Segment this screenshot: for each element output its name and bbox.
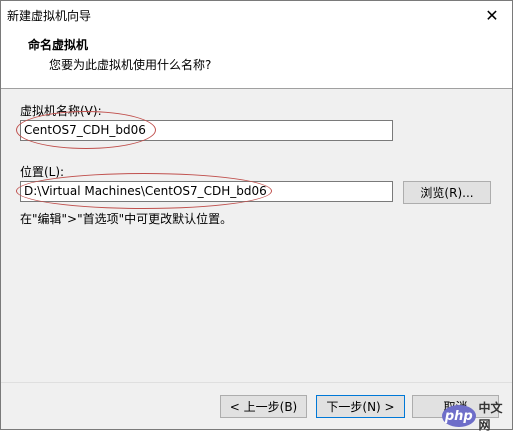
location-hint: 在"编辑">"首选项"中可更改默认位置。 (20, 212, 233, 226)
php-logo: php (442, 405, 476, 427)
close-button[interactable]: ✕ (472, 1, 512, 30)
watermark-logo: php 中文网 (442, 401, 512, 432)
back-button[interactable]: < 上一步(B) (220, 395, 307, 418)
page-subtitle: 您要为此虚拟机使用什么名称? (49, 58, 212, 72)
footer-divider (1, 382, 512, 383)
wizard-window: 新建虚拟机向导 ✕ 命名虚拟机 您要为此虚拟机使用什么名称? 虚拟机名称(V):… (0, 0, 513, 430)
vm-name-input[interactable]: CentOS7_CDH_bd06 (20, 120, 393, 141)
vm-name-label: 虚拟机名称(V): (20, 104, 102, 118)
location-label: 位置(L): (20, 165, 65, 179)
close-icon: ✕ (485, 6, 499, 25)
browse-button[interactable]: 浏览(R)... (403, 181, 491, 204)
watermark-text: 中文网 (478, 401, 503, 432)
page-title: 命名虚拟机 (28, 38, 89, 52)
next-button[interactable]: 下一步(N) > (316, 395, 405, 418)
wizard-header: 命名虚拟机 您要为此虚拟机使用什么名称? (1, 30, 512, 89)
title-bar: 新建虚拟机向导 ✕ (1, 1, 512, 30)
window-title: 新建虚拟机向导 (7, 9, 92, 23)
location-input[interactable]: D:\Virtual Machines\CentOS7_CDH_bd06 (20, 181, 393, 202)
